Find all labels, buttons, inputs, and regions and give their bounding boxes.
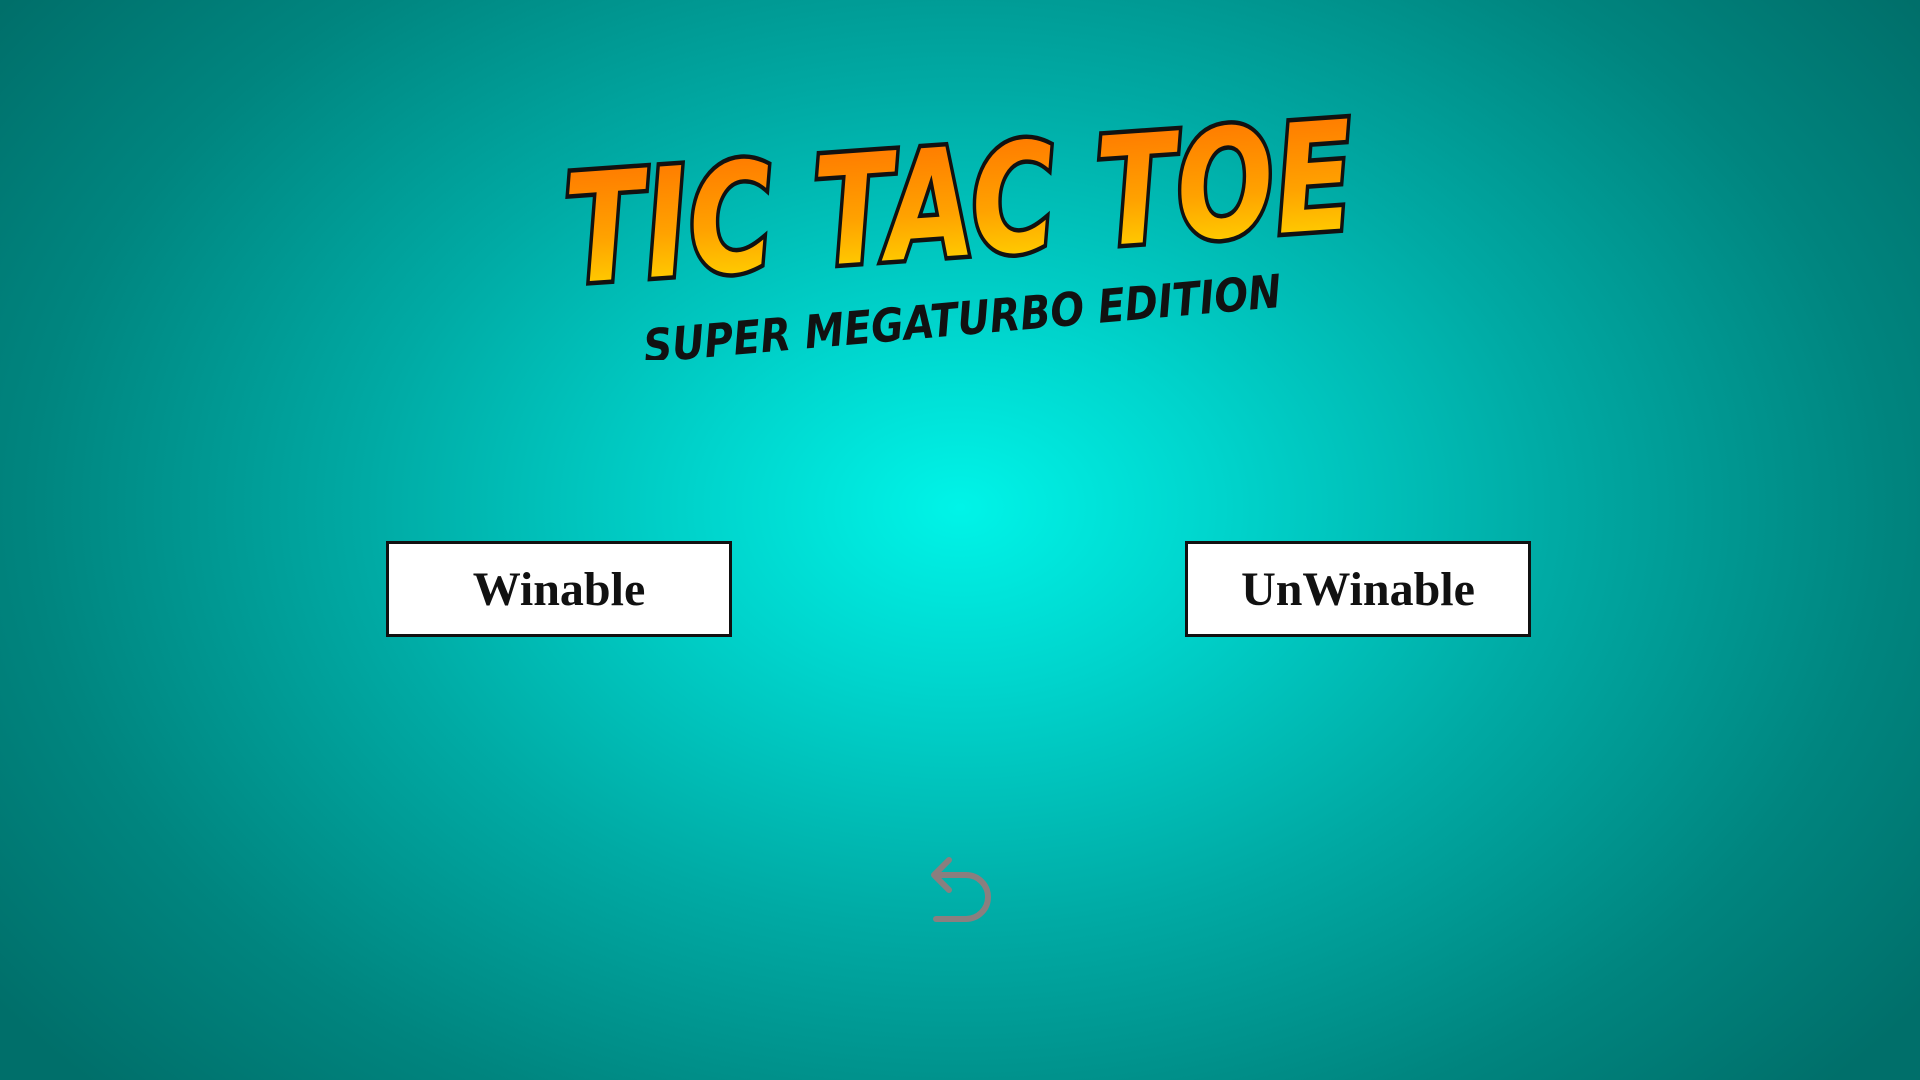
undo-arrow-icon	[931, 857, 991, 922]
game-menu-screen: TIC TAC TOE SUPER MEGATURBO EDITION Wina…	[0, 0, 1920, 1080]
unwinable-button-label: UnWinable	[1241, 562, 1475, 616]
game-logo: TIC TAC TOE SUPER MEGATURBO EDITION	[556, 85, 1365, 360]
unwinable-button[interactable]: UnWinable	[1185, 541, 1531, 637]
winable-button[interactable]: Winable	[386, 541, 732, 637]
back-button[interactable]	[922, 845, 998, 923]
winable-button-label: Winable	[472, 562, 646, 616]
